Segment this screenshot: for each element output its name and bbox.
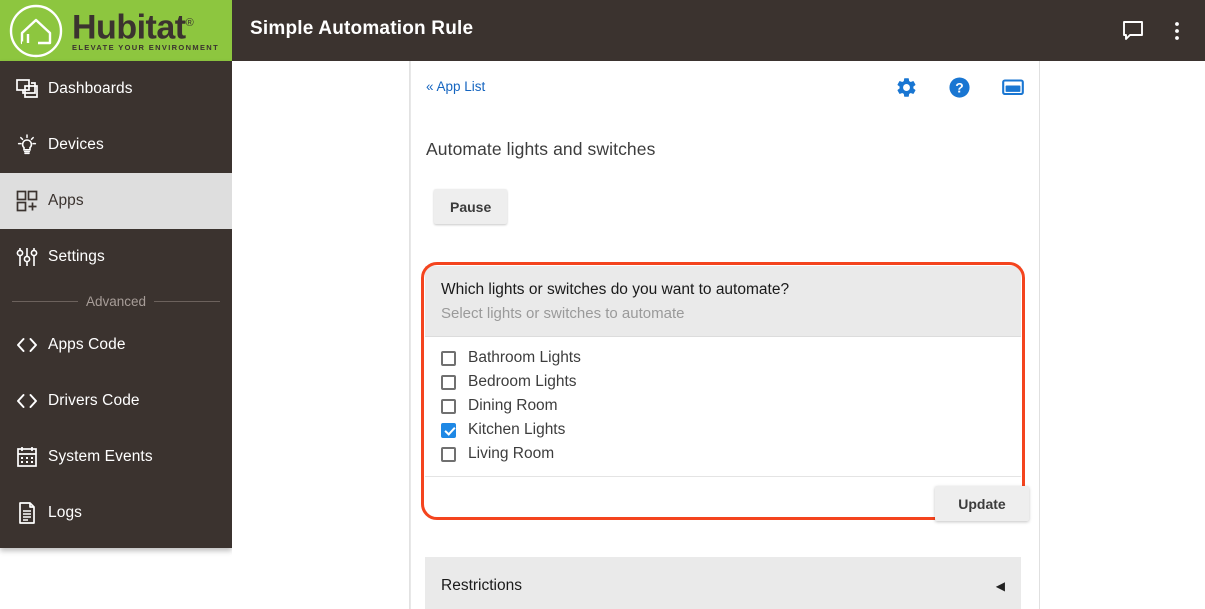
content-gutter <box>232 61 410 609</box>
app-root: Hubitat® ELEVATE YOUR ENVIRONMENT Simple… <box>0 0 1205 609</box>
list-item-label: Bedroom Lights <box>468 373 577 390</box>
apps-icon <box>6 189 48 213</box>
update-button[interactable]: Update <box>935 486 1029 521</box>
dashboards-icon <box>6 77 48 101</box>
divider-line-left <box>12 300 78 302</box>
page-title: Simple Automation Rule <box>250 18 474 39</box>
sidebar-item-logs[interactable]: Logs <box>0 485 232 541</box>
list-item-label: Bathroom Lights <box>468 349 581 366</box>
calendar-icon <box>6 445 48 469</box>
checkbox-unchecked-icon[interactable] <box>441 350 456 366</box>
sidebar: Dashboards Devices Apps Settings Advance… <box>0 61 232 548</box>
checkbox-checked-icon[interactable] <box>441 422 456 438</box>
devices-icon <box>6 132 48 158</box>
lights-selection-section: Which lights or switches do you want to … <box>421 262 1029 529</box>
sidebar-item-label: Drivers Code <box>48 392 140 409</box>
list-item[interactable]: Bedroom Lights <box>441 370 1005 394</box>
brand-logo[interactable]: Hubitat® ELEVATE YOUR ENVIRONMENT <box>0 0 232 61</box>
collapse-arrow-icon[interactable]: ◀ <box>996 579 1005 593</box>
page-subtitle: Automate lights and switches <box>426 139 656 159</box>
sidebar-item-system-events[interactable]: System Events <box>0 429 232 485</box>
card-header: « App List ? <box>411 61 1039 123</box>
document-icon <box>6 501 48 525</box>
device-checkbox-list: Bathroom Lights Bedroom Lights Dining Ro… <box>425 337 1021 477</box>
sidebar-item-label: Apps <box>48 192 84 209</box>
sidebar-item-label: System Events <box>48 448 153 465</box>
list-item[interactable]: Dining Room <box>441 394 1005 418</box>
restrictions-label: Restrictions <box>441 577 522 594</box>
list-item[interactable]: Bathroom Lights <box>441 346 1005 370</box>
sidebar-item-dashboards[interactable]: Dashboards <box>0 61 232 117</box>
checkbox-unchecked-icon[interactable] <box>441 398 456 414</box>
sidebar-item-apps-code[interactable]: Apps Code <box>0 317 232 373</box>
sidebar-item-label: Apps Code <box>48 336 126 353</box>
window-icon[interactable] <box>1001 75 1025 99</box>
sidebar-item-label: Logs <box>48 504 83 521</box>
overflow-menu-icon[interactable] <box>1157 11 1197 51</box>
list-item[interactable]: Living Room <box>441 442 1005 466</box>
help-icon[interactable]: ? <box>948 76 971 99</box>
brand-name: Hubitat <box>72 8 186 47</box>
chat-icon[interactable] <box>1113 11 1153 51</box>
brand-logo-text: Hubitat® ELEVATE YOUR ENVIRONMENT <box>72 5 230 52</box>
back-to-app-list-link[interactable]: « App List <box>426 79 485 94</box>
svg-text:?: ? <box>955 79 963 95</box>
sidebar-item-label: Dashboards <box>48 80 133 97</box>
section-header: Which lights or switches do you want to … <box>425 266 1021 337</box>
card-header-actions: ? <box>895 75 1025 99</box>
sidebar-item-label: Settings <box>48 248 105 265</box>
list-item-label: Dining Room <box>468 397 558 414</box>
gear-icon[interactable] <box>895 76 918 99</box>
pause-button[interactable]: Pause <box>434 189 508 224</box>
main-content: « App List ? Automate lights and switche… <box>232 61 1205 609</box>
section-question: Which lights or switches do you want to … <box>441 281 790 298</box>
top-bar-actions <box>1113 0 1197 61</box>
checkbox-unchecked-icon[interactable] <box>441 446 456 462</box>
sidebar-divider-label: Advanced <box>85 293 147 309</box>
code-icon <box>6 391 48 411</box>
checkbox-unchecked-icon[interactable] <box>441 374 456 390</box>
sidebar-item-settings[interactable]: Settings <box>0 229 232 285</box>
sidebar-item-label: Devices <box>48 136 104 153</box>
code-icon <box>6 335 48 355</box>
list-item-label: Kitchen Lights <box>468 421 566 438</box>
sidebar-divider-advanced: Advanced <box>0 285 232 317</box>
top-bar: Simple Automation Rule <box>232 0 1205 61</box>
sidebar-item-drivers-code[interactable]: Drivers Code <box>0 373 232 429</box>
list-item-label: Living Room <box>468 445 555 462</box>
sidebar-item-apps[interactable]: Apps <box>0 173 232 229</box>
hubitat-house-logo-icon <box>9 4 63 58</box>
divider-line-right <box>154 300 221 302</box>
brand-registered-mark: ® <box>185 17 194 29</box>
section-hint: Select lights or switches to automate <box>441 305 685 322</box>
sidebar-item-devices[interactable]: Devices <box>0 117 232 173</box>
list-item[interactable]: Kitchen Lights <box>441 418 1005 442</box>
section-footer: Update <box>425 477 1029 529</box>
app-settings-card: « App List ? Automate lights and switche… <box>410 61 1040 609</box>
settings-icon <box>6 245 48 269</box>
restrictions-section[interactable]: Restrictions ◀ <box>425 557 1021 609</box>
